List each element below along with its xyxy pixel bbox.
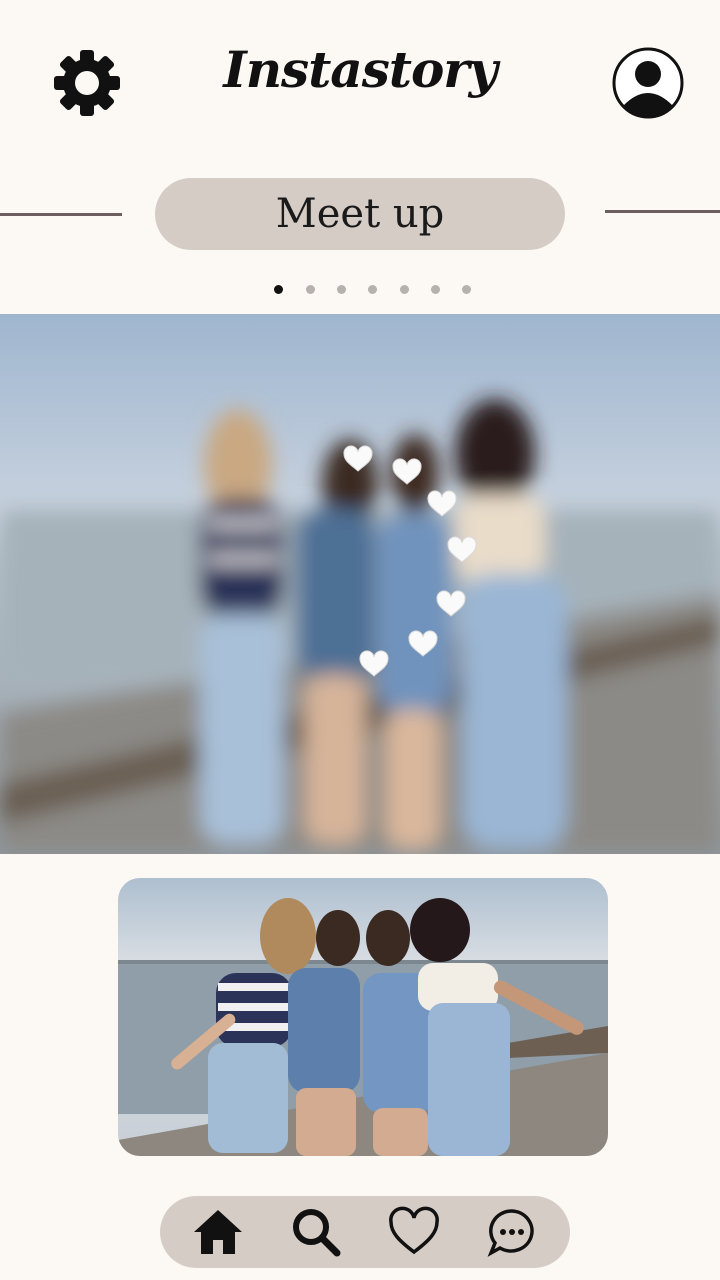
page-dot[interactable] xyxy=(337,285,346,294)
page-dot[interactable] xyxy=(431,285,440,294)
chat-icon[interactable] xyxy=(486,1206,538,1258)
app-title: Instastory xyxy=(223,40,497,99)
page-dot-active[interactable] xyxy=(274,285,283,294)
main-story-photo[interactable] xyxy=(0,314,720,854)
search-icon[interactable] xyxy=(290,1206,342,1258)
page-indicator xyxy=(270,285,471,297)
page-dot[interactable] xyxy=(462,285,471,294)
heart-icon[interactable] xyxy=(388,1206,440,1258)
page-dot[interactable] xyxy=(368,285,377,294)
page-dot[interactable] xyxy=(306,285,315,294)
home-icon[interactable] xyxy=(192,1206,244,1258)
story-thumbnail-photo[interactable] xyxy=(118,878,608,1156)
story-title: Meet up xyxy=(275,191,445,237)
gear-icon[interactable] xyxy=(50,46,124,120)
page-dot[interactable] xyxy=(400,285,409,294)
story-title-pill: Meet up xyxy=(155,178,565,250)
bottom-nav-bar xyxy=(160,1196,570,1268)
divider-left xyxy=(0,213,122,216)
divider-right xyxy=(605,210,720,213)
user-avatar-icon[interactable] xyxy=(611,46,685,120)
